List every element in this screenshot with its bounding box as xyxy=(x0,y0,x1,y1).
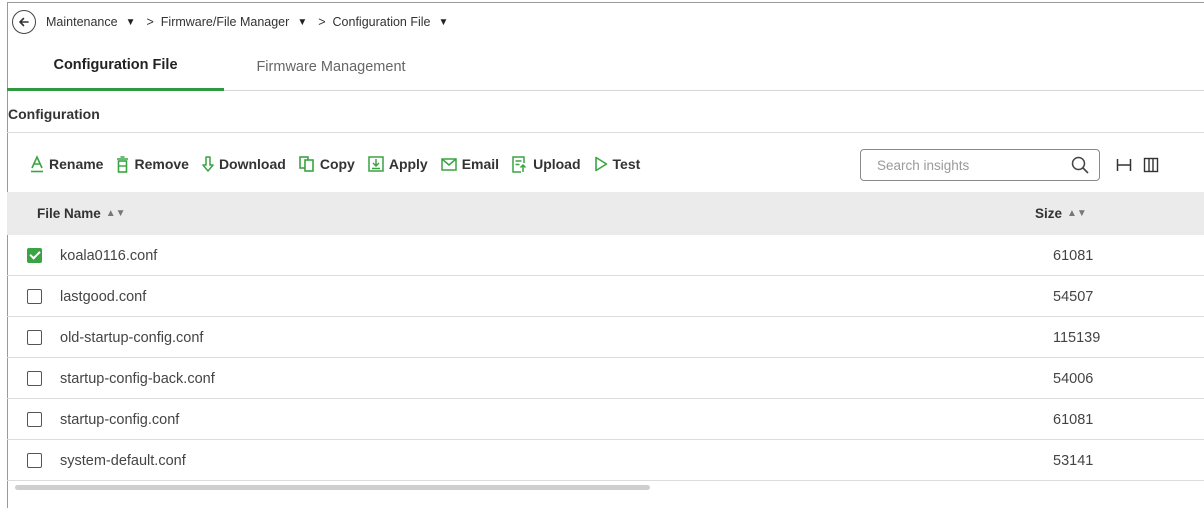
download-label: Download xyxy=(218,156,286,172)
columns-icon[interactable] xyxy=(1141,155,1161,175)
email-button[interactable]: Email xyxy=(440,156,500,172)
test-button[interactable]: Test xyxy=(594,156,641,172)
caret-down-icon: ▼ xyxy=(125,16,136,28)
divider xyxy=(7,132,1204,133)
tab-bar: Configuration File Firmware Management xyxy=(7,42,1204,91)
fit-columns-icon[interactable] xyxy=(1114,155,1134,175)
table-row[interactable]: startup-config.conf 61081 xyxy=(7,399,1204,440)
test-label: Test xyxy=(612,156,641,172)
table-row[interactable]: koala0116.conf 61081 xyxy=(7,235,1204,276)
table-header: File Name ▲▼ Size ▲▼ xyxy=(7,192,1204,235)
caret-down-icon: ▼ xyxy=(297,16,308,28)
remove-icon xyxy=(116,155,129,173)
file-name-cell: startup-config-back.conf xyxy=(60,370,215,387)
back-arrow-icon[interactable] xyxy=(12,10,36,34)
download-icon xyxy=(202,155,214,173)
remove-label: Remove xyxy=(134,156,189,172)
row-checkbox[interactable] xyxy=(27,289,42,304)
size-cell: 61081 xyxy=(1053,247,1094,264)
size-cell: 115139 xyxy=(1053,329,1101,346)
section-title: Configuration xyxy=(8,106,100,122)
file-name-cell: koala0116.conf xyxy=(60,247,158,264)
size-cell: 54006 xyxy=(1053,370,1094,387)
breadcrumb-maintenance[interactable]: Maintenance ▼ xyxy=(46,15,144,29)
toolbar: Rename Remove Download Copy Apply Email xyxy=(30,152,653,176)
config-file-table: File Name ▲▼ Size ▲▼ koala0116.conf 6108… xyxy=(7,192,1204,481)
search-icon[interactable] xyxy=(1071,156,1089,174)
breadcrumb-firmware-file-manager[interactable]: Firmware/File Manager ▼ xyxy=(161,15,316,29)
sort-icon: ▲▼ xyxy=(105,208,126,219)
size-cell: 53141 xyxy=(1053,452,1094,469)
breadcrumb-configuration-file[interactable]: Configuration File ▼ xyxy=(333,15,458,29)
horizontal-scrollbar[interactable] xyxy=(15,485,650,490)
row-checkbox[interactable] xyxy=(27,371,42,386)
column-header-file-name[interactable]: File Name ▲▼ xyxy=(37,192,126,235)
table-row[interactable]: old-startup-config.conf 115139 xyxy=(7,317,1204,358)
email-label: Email xyxy=(461,156,500,172)
breadcrumb-separator: > xyxy=(146,15,154,29)
row-checkbox[interactable] xyxy=(27,412,42,427)
column-label: Size xyxy=(1035,206,1063,221)
row-checkbox[interactable] xyxy=(27,453,42,468)
row-checkbox[interactable] xyxy=(27,330,42,345)
file-name-cell: startup-config.conf xyxy=(60,411,180,428)
rename-icon xyxy=(30,155,44,173)
breadcrumb-label: Configuration File xyxy=(332,15,431,29)
breadcrumb-separator: > xyxy=(318,15,326,29)
copy-label: Copy xyxy=(319,156,355,172)
table-row[interactable]: lastgood.conf 54507 xyxy=(7,276,1204,317)
rename-label: Rename xyxy=(49,156,104,172)
test-icon xyxy=(594,156,608,172)
tab-configuration-file[interactable]: Configuration File xyxy=(7,42,224,91)
file-name-cell: system-default.conf xyxy=(60,452,186,469)
size-cell: 61081 xyxy=(1053,411,1094,428)
breadcrumb: Maintenance ▼ > Firmware/File Manager ▼ … xyxy=(12,9,457,35)
size-cell: 54507 xyxy=(1053,288,1094,305)
table-row[interactable]: system-default.conf 53141 xyxy=(7,440,1204,481)
download-button[interactable]: Download xyxy=(202,155,286,173)
file-name-cell: old-startup-config.conf xyxy=(60,329,204,346)
copy-icon xyxy=(299,156,315,172)
row-checkbox[interactable] xyxy=(27,248,42,263)
apply-icon xyxy=(368,156,384,172)
caret-down-icon: ▼ xyxy=(438,16,449,28)
apply-label: Apply xyxy=(388,156,428,172)
remove-button[interactable]: Remove xyxy=(116,155,189,173)
tab-firmware-management[interactable]: Firmware Management xyxy=(233,42,429,91)
column-label: File Name xyxy=(37,206,101,221)
search-box xyxy=(860,149,1100,181)
copy-button[interactable]: Copy xyxy=(299,156,355,172)
upload-icon xyxy=(512,155,528,173)
sort-icon: ▲▼ xyxy=(1067,208,1087,219)
file-name-cell: lastgood.conf xyxy=(60,288,147,305)
column-header-size[interactable]: Size ▲▼ xyxy=(1035,192,1087,235)
email-icon xyxy=(440,157,457,171)
breadcrumb-label: Firmware/File Manager xyxy=(160,15,290,29)
table-row[interactable]: startup-config-back.conf 54006 xyxy=(7,358,1204,399)
upload-button[interactable]: Upload xyxy=(512,155,581,173)
apply-button[interactable]: Apply xyxy=(368,156,428,172)
upload-label: Upload xyxy=(533,156,581,172)
rename-button[interactable]: Rename xyxy=(30,155,103,173)
breadcrumb-label: Maintenance xyxy=(46,15,118,29)
search-input[interactable] xyxy=(877,157,1057,173)
